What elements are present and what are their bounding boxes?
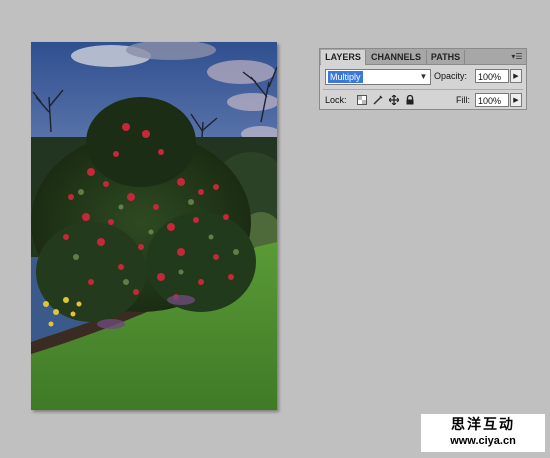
blend-mode-dropdown[interactable]: Multiply ▼ bbox=[325, 69, 431, 85]
document-canvas[interactable] bbox=[31, 42, 277, 410]
opacity-label: Opacity: bbox=[434, 71, 468, 81]
fill-label: Fill: bbox=[456, 95, 470, 105]
tab-paths[interactable]: PATHS bbox=[427, 50, 465, 64]
watermark-url: www.ciya.cn bbox=[450, 435, 516, 447]
lock-image-pixels-icon[interactable] bbox=[373, 95, 383, 105]
opacity-slider-button[interactable]: ▶ bbox=[510, 69, 522, 83]
fill-slider-button[interactable]: ▶ bbox=[510, 93, 522, 107]
lock-all-icon[interactable] bbox=[405, 95, 415, 105]
chevron-down-icon: ▼ bbox=[419, 72, 428, 81]
panel-divider bbox=[323, 89, 523, 90]
lock-fill-row: Lock: Fill: 100% ▶ bbox=[325, 93, 522, 107]
watermark: 思洋互动 www.ciya.cn bbox=[421, 414, 545, 452]
lock-position-icon[interactable] bbox=[389, 95, 399, 105]
layers-panel: LAYERS CHANNELS PATHS ▾☰ Multiply ▼ Opac… bbox=[319, 48, 527, 110]
tab-channels[interactable]: CHANNELS bbox=[366, 50, 427, 64]
blend-opacity-row: Multiply ▼ Opacity: 100% ▶ bbox=[325, 69, 522, 85]
blend-mode-value: Multiply bbox=[328, 71, 363, 83]
lock-label: Lock: bbox=[325, 95, 347, 105]
tab-layers[interactable]: LAYERS bbox=[321, 50, 366, 65]
panel-tab-bar: LAYERS CHANNELS PATHS ▾☰ bbox=[320, 49, 526, 65]
panel-menu-icon[interactable]: ▾☰ bbox=[510, 51, 524, 62]
watermark-title: 思洋互动 bbox=[451, 417, 515, 433]
lock-transparent-pixels-icon[interactable] bbox=[357, 95, 367, 105]
garden-photo bbox=[31, 42, 277, 410]
opacity-input[interactable]: 100% bbox=[475, 69, 509, 83]
fill-input[interactable]: 100% bbox=[475, 93, 509, 107]
